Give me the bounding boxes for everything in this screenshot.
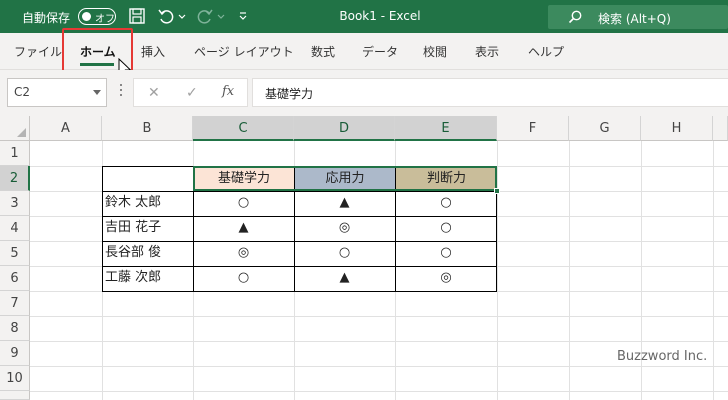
column-header-h[interactable]: H xyxy=(641,116,713,141)
gridline xyxy=(30,341,728,342)
column-header-partial[interactable] xyxy=(713,116,728,141)
column-header-d[interactable]: D xyxy=(294,116,395,141)
column-header-a[interactable]: A xyxy=(30,116,102,141)
drag-handle-icon[interactable] xyxy=(119,84,123,100)
autosave-label: 自動保存 xyxy=(22,11,71,25)
autosave-state: オフ xyxy=(95,14,115,25)
name-box-value: C2 xyxy=(14,85,31,99)
formula-buttons: ✕ ✓ fx xyxy=(133,78,248,107)
tab-view[interactable]: 表示 xyxy=(475,43,499,60)
column-header-g[interactable]: G xyxy=(569,116,641,141)
document-title: Book1 - Excel xyxy=(339,9,421,23)
gridline xyxy=(30,391,728,392)
enter-check-icon[interactable]: ✓ xyxy=(186,85,198,101)
row-header-5[interactable]: 5 xyxy=(0,241,30,266)
search-placeholder: 検索 (Alt+Q) xyxy=(598,12,671,26)
tab-data[interactable]: データ xyxy=(362,43,398,60)
row-header-2[interactable]: 2 xyxy=(0,166,30,191)
row-header-6[interactable]: 6 xyxy=(0,266,30,291)
formula-bar-area: C2 ✕ ✓ fx 基礎学力 xyxy=(0,70,728,116)
redo-icon[interactable] xyxy=(196,7,214,25)
gridline xyxy=(713,141,714,400)
cancel-icon[interactable]: ✕ xyxy=(148,85,160,101)
row-header-partial[interactable] xyxy=(0,391,30,400)
toggle-knob xyxy=(82,11,91,21)
row-header-4[interactable]: 4 xyxy=(0,216,30,241)
gridline xyxy=(497,141,498,400)
name-box[interactable]: C2 xyxy=(7,78,107,107)
row-header-3[interactable]: 3 xyxy=(0,191,30,216)
save-icon[interactable] xyxy=(128,7,146,25)
autosave-toggle[interactable]: オフ xyxy=(78,8,116,25)
table-border xyxy=(102,191,497,217)
chevron-down-icon[interactable] xyxy=(93,90,101,95)
tab-file[interactable]: ファイル xyxy=(14,43,62,60)
search-box[interactable]: 検索 (Alt+Q) xyxy=(548,5,728,29)
row-header-1[interactable]: 1 xyxy=(0,141,30,166)
tab-review[interactable]: 校閲 xyxy=(423,43,447,60)
tab-formulas[interactable]: 数式 xyxy=(311,43,335,60)
customize-qat-icon[interactable] xyxy=(238,7,248,25)
redo-dropdown-icon[interactable] xyxy=(217,7,225,25)
worksheet-grid[interactable]: A B C D E F G H 1 2 3 4 5 6 7 8 9 10 基礎学… xyxy=(0,116,728,400)
undo-dropdown-icon[interactable] xyxy=(178,7,186,25)
fill-handle[interactable] xyxy=(494,188,500,194)
row-header-7[interactable]: 7 xyxy=(0,291,30,316)
column-header-b[interactable]: B xyxy=(102,116,193,141)
select-all-button[interactable] xyxy=(0,116,30,141)
search-icon xyxy=(568,10,582,28)
column-header-f[interactable]: F xyxy=(497,116,569,141)
formula-text: 基礎学力 xyxy=(265,87,314,101)
undo-icon[interactable] xyxy=(157,7,175,25)
table-border xyxy=(102,241,497,267)
gridline xyxy=(569,141,570,400)
gridline xyxy=(30,316,728,317)
column-header-e[interactable]: E xyxy=(395,116,497,141)
formula-input[interactable]: 基礎学力 xyxy=(252,78,728,107)
watermark: Buzzword Inc. xyxy=(617,349,708,364)
table-border xyxy=(102,166,194,292)
selection-box xyxy=(193,166,497,191)
row-header-10[interactable]: 10 xyxy=(0,366,30,391)
tab-insert[interactable]: 挿入 xyxy=(141,43,165,60)
row-header-8[interactable]: 8 xyxy=(0,316,30,341)
tab-help[interactable]: ヘルプ xyxy=(528,43,564,60)
row-header-9[interactable]: 9 xyxy=(0,341,30,366)
gridline xyxy=(30,366,728,367)
tab-page-layout[interactable]: ページ レイアウト xyxy=(194,43,294,60)
column-header-c[interactable]: C xyxy=(193,116,294,141)
insert-function-icon[interactable]: fx xyxy=(222,84,234,99)
